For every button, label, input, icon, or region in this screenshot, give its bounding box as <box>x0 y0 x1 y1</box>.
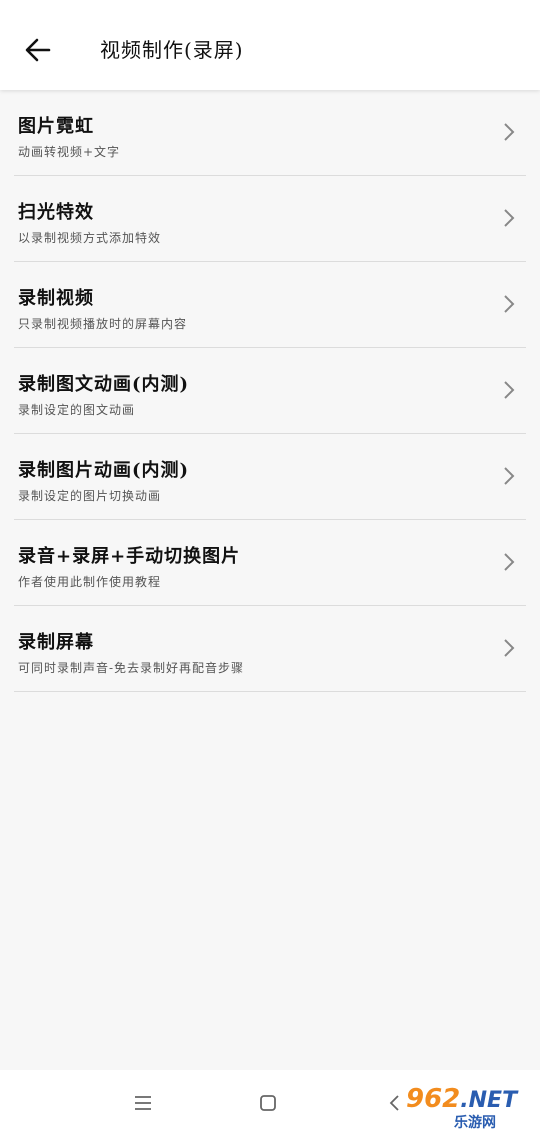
menu-item-subtitle: 动画转视频+文字 <box>18 145 121 159</box>
menu-item-light-sweep[interactable]: 扫光特效 以录制视频方式添加特效 <box>14 176 526 262</box>
menu-item-subtitle: 录制设定的图文动画 <box>18 403 136 417</box>
menu-item-title: 录制视频 <box>18 288 94 309</box>
watermark-domain: 962.NET <box>406 1084 517 1114</box>
watermark-suffix: .NET <box>460 1088 518 1113</box>
menu-item-audio-screen-manual[interactable]: 录音+录屏+手动切换图片 作者使用此制作使用教程 <box>14 520 526 606</box>
menu-item-subtitle: 只录制视频播放时的屏幕内容 <box>18 317 188 331</box>
menu-item-subtitle: 以录制视频方式添加特效 <box>18 231 162 245</box>
chevron-right-icon <box>504 381 515 399</box>
chevron-right-icon <box>504 639 515 657</box>
menu-item-title: 图片霓虹 <box>18 116 94 137</box>
menu-icon <box>135 1096 151 1110</box>
chevron-right-icon <box>504 209 515 227</box>
page-title: 视频制作(录屏) <box>100 38 244 62</box>
menu-item-title: 录音+录屏+手动切换图片 <box>18 546 241 567</box>
watermark-logo: 962.NET 乐游网 <box>396 1082 536 1132</box>
nav-home-button[interactable] <box>253 1088 283 1118</box>
chevron-right-icon <box>504 295 515 313</box>
arrow-left-icon <box>25 38 51 62</box>
menu-list: 图片霓虹 动画转视频+文字 扫光特效 以录制视频方式添加特效 录制视频 只录制视… <box>0 90 540 692</box>
watermark-number: 962 <box>406 1084 461 1114</box>
back-button[interactable] <box>14 26 62 74</box>
menu-item-neon-image[interactable]: 图片霓虹 动画转视频+文字 <box>14 90 526 176</box>
watermark-text: 乐游网 <box>454 1115 496 1131</box>
menu-item-record-video[interactable]: 录制视频 只录制视频播放时的屏幕内容 <box>14 262 526 348</box>
chevron-right-icon <box>504 553 515 571</box>
menu-item-record-screen[interactable]: 录制屏幕 可同时录制声音-免去录制好再配音步骤 <box>14 606 526 692</box>
chevron-right-icon <box>504 123 515 141</box>
menu-item-subtitle: 录制设定的图片切换动画 <box>18 489 162 503</box>
chevron-right-icon <box>504 467 515 485</box>
menu-item-record-image-animation[interactable]: 录制图片动画(内测) 录制设定的图片切换动画 <box>14 434 526 520</box>
menu-item-title: 录制屏幕 <box>18 632 94 653</box>
menu-item-title: 录制图文动画(内测) <box>18 374 190 395</box>
menu-item-subtitle: 作者使用此制作使用教程 <box>18 575 162 589</box>
menu-item-title: 扫光特效 <box>18 202 94 223</box>
app-bar: 视频制作(录屏) <box>0 0 540 90</box>
nav-menu-button[interactable] <box>128 1088 158 1118</box>
home-square-icon <box>260 1095 276 1111</box>
menu-item-title: 录制图片动画(内测) <box>18 460 190 481</box>
menu-item-subtitle: 可同时录制声音-免去录制好再配音步骤 <box>18 661 245 675</box>
menu-item-record-text-animation[interactable]: 录制图文动画(内测) 录制设定的图文动画 <box>14 348 526 434</box>
